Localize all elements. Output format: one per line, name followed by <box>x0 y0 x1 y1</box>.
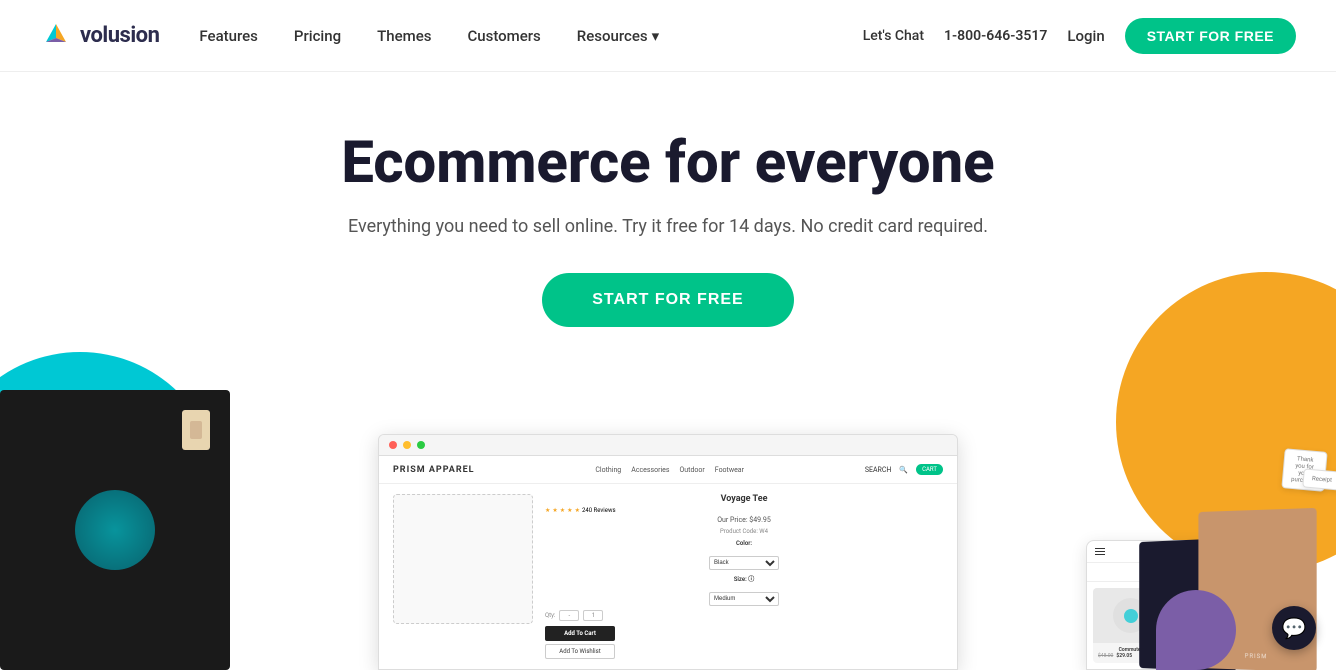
star-2: ★ <box>552 507 557 514</box>
decorative-purple-blob <box>1156 590 1236 670</box>
nav-right: Let's Chat 1-800-646-3517 Login START FO… <box>863 18 1296 54</box>
card-2: Receipt <box>1302 468 1336 490</box>
nav-themes[interactable]: Themes <box>377 27 431 45</box>
store-nav-clothing: Clothing <box>595 466 621 474</box>
logo-icon <box>40 20 72 52</box>
browser-dot-yellow <box>403 441 411 449</box>
add-to-wishlist-button[interactable]: Add To Wishlist <box>545 644 615 659</box>
star-3: ★ <box>560 507 565 514</box>
qty-label: Qty: <box>545 612 555 619</box>
phone-number[interactable]: 1-800-646-3517 <box>944 28 1047 44</box>
hamburger-line-2 <box>1095 551 1105 552</box>
browser-dot-red <box>389 441 397 449</box>
size-select[interactable]: Medium <box>709 592 779 606</box>
product-info: Voyage Tee ★ ★ ★ ★ ★ 240 Reviews Our Pri… <box>545 494 943 659</box>
store-nav-accessories: Accessories <box>631 466 669 474</box>
start-free-hero-button[interactable]: START FOR FREE <box>542 273 793 327</box>
logo[interactable]: volusion <box>40 20 159 52</box>
qty-minus[interactable]: - <box>559 610 579 621</box>
start-free-nav-button[interactable]: START FOR FREE <box>1125 18 1296 54</box>
store-nav-footwear: Footwear <box>715 466 744 474</box>
chat-bubble-button[interactable]: 💬 <box>1272 606 1316 650</box>
product-image-box <box>393 494 533 624</box>
quantity-row: Qty: - 1 <box>545 610 943 621</box>
browser-bar <box>379 435 957 456</box>
store-search-label: SEARCH <box>865 466 892 474</box>
size-help-icon: ⓘ <box>748 576 754 583</box>
hamburger-icon[interactable] <box>1095 548 1105 555</box>
hamburger-line-1 <box>1095 548 1105 549</box>
nav-features[interactable]: Features <box>199 27 257 45</box>
hero-subheadline: Everything you need to sell online. Try … <box>40 216 1296 237</box>
nav-pricing[interactable]: Pricing <box>294 27 341 45</box>
product-tag <box>182 410 210 450</box>
tshirt-design-circle <box>75 490 155 570</box>
store-nav-bar: PRISM APPAREL Clothing Accessories Outdo… <box>379 456 957 484</box>
color-label: Color: <box>545 540 943 547</box>
qty-value: 1 <box>583 610 603 621</box>
store-nav-outdoor: Outdoor <box>679 466 704 474</box>
logo-text: volusion <box>80 23 159 48</box>
navigation: volusion Features Pricing Themes Custome… <box>0 0 1336 72</box>
color-select[interactable]: Black <box>709 556 779 570</box>
store-nav-links: Clothing Accessories Outdoor Footwear <box>595 466 744 474</box>
chevron-down-icon: ▾ <box>652 27 660 45</box>
browser-content: PRISM APPAREL Clothing Accessories Outdo… <box>379 456 957 669</box>
browser-window: PRISM APPAREL Clothing Accessories Outdo… <box>378 434 958 670</box>
store-cart-btn: CART <box>916 464 943 475</box>
nav-resources[interactable]: Resources ▾ <box>577 27 659 45</box>
search-icon: 🔍 <box>899 466 908 474</box>
product-price: Our Price: $49.95 <box>545 516 943 524</box>
login-link[interactable]: Login <box>1067 27 1104 45</box>
product-stars: ★ ★ ★ ★ ★ 240 Reviews <box>545 507 943 514</box>
size-label: Size: ⓘ <box>545 574 943 583</box>
star-5: ★ <box>575 507 580 514</box>
nav-customers[interactable]: Customers <box>467 27 540 45</box>
hero-headline: Ecommerce for everyone <box>40 132 1296 196</box>
product-code: Product Code: W4 <box>545 528 943 535</box>
store-nav-right: SEARCH 🔍 CART <box>865 464 943 475</box>
add-to-cart-button[interactable]: Add To Cart <box>545 626 615 641</box>
reviews-count: 240 Reviews <box>582 507 616 514</box>
lets-chat-label: Let's Chat <box>863 28 924 44</box>
product-detail: Voyage Tee ★ ★ ★ ★ ★ 240 Reviews Our Pri… <box>379 484 957 669</box>
book-label: PRISM <box>1245 653 1268 661</box>
hero-section: Ecommerce for everyone Everything you ne… <box>0 72 1336 670</box>
product-name: Voyage Tee <box>545 494 943 504</box>
star-1: ★ <box>545 507 550 514</box>
nav-links: Features Pricing Themes Customers Resour… <box>199 27 862 45</box>
tshirt-image <box>0 390 230 670</box>
browser-dot-green <box>417 441 425 449</box>
hamburger-line-3 <box>1095 554 1105 555</box>
store-logo: PRISM APPAREL <box>393 465 475 475</box>
price-old-1: $48.00 <box>1098 653 1113 659</box>
star-4: ★ <box>567 507 572 514</box>
desktop-browser-mockup: PRISM APPAREL Clothing Accessories Outdo… <box>378 434 958 670</box>
tshirt-product-left <box>0 350 230 670</box>
